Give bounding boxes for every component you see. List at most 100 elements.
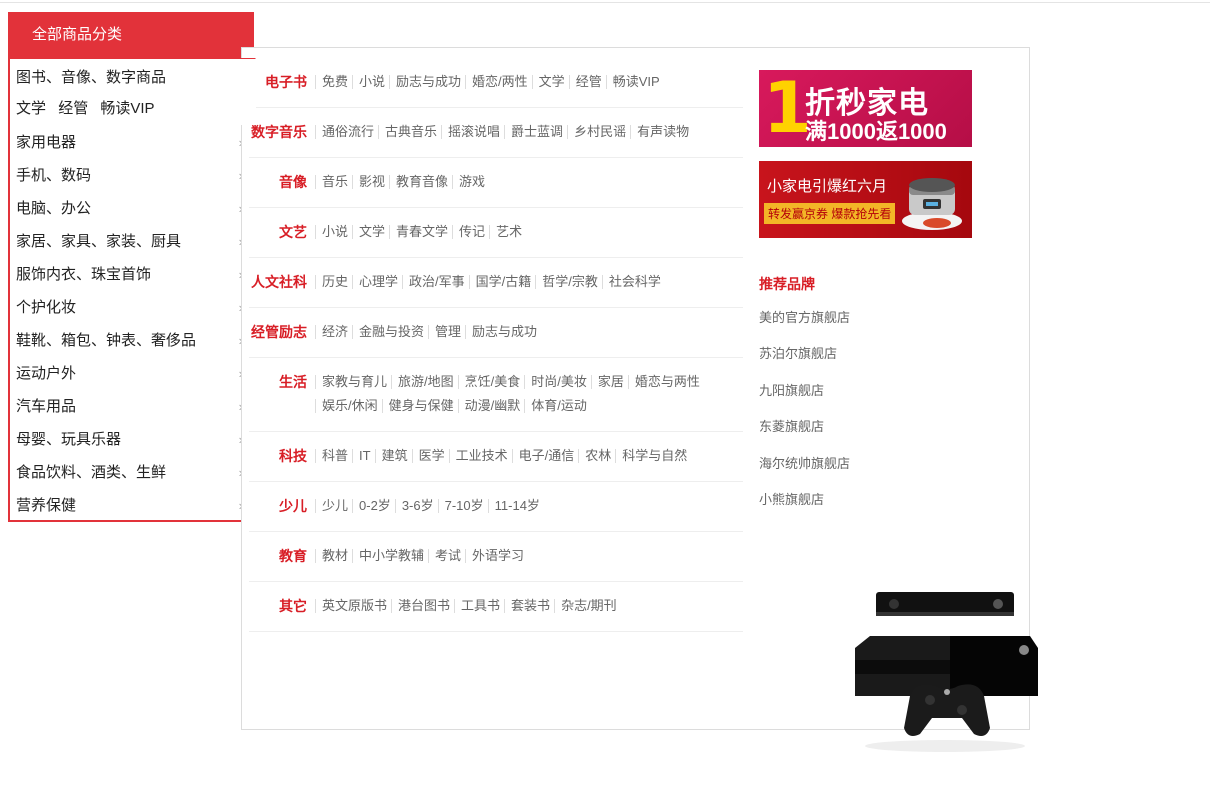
subcategory-link[interactable]: 工具书 <box>454 599 504 613</box>
subcategory-link[interactable]: 11-14岁 <box>487 499 544 513</box>
brand-link[interactable]: 东菱旗舰店 <box>759 417 850 453</box>
subcategory-title[interactable]: 其它 <box>249 596 315 618</box>
subcategory-link[interactable]: 青春文学 <box>389 225 452 239</box>
category-item[interactable]: 母婴、玩具乐器› <box>10 423 243 456</box>
subcategory-link[interactable]: 小说 <box>315 225 352 239</box>
subcategory-link[interactable]: 娱乐/休闲 <box>315 399 382 413</box>
subcategory-link[interactable]: IT <box>352 449 375 463</box>
subcategory-title[interactable]: 电子书 <box>249 72 315 94</box>
subcategory-link[interactable]: 影视 <box>352 175 389 189</box>
subcategory-title[interactable]: 生活 <box>249 372 315 418</box>
subcategory-link[interactable]: 英文原版书 <box>315 599 391 613</box>
category-item[interactable]: 营养保健› <box>10 489 243 522</box>
subcategory-title[interactable]: 科技 <box>249 446 315 468</box>
category-item[interactable]: 手机、数码› <box>10 159 243 192</box>
subcategory-link[interactable]: 教育音像 <box>389 175 452 189</box>
category-item[interactable]: 食品饮料、酒类、生鲜› <box>10 456 243 489</box>
subcategory-link[interactable]: 爵士蓝调 <box>504 125 567 139</box>
subcategory-link[interactable]: 烹饪/美食 <box>457 375 525 389</box>
subcategory-link[interactable]: 套装书 <box>504 599 554 613</box>
subcategory-title[interactable]: 人文社科 <box>249 272 315 294</box>
subcategory-title[interactable]: 教育 <box>249 546 315 568</box>
subcategory-link[interactable]: 艺术 <box>489 225 526 239</box>
subcategory-link[interactable]: 家教与育儿 <box>315 375 391 389</box>
category-item[interactable]: 汽车用品› <box>10 390 243 423</box>
category-item[interactable]: 服饰内衣、珠宝首饰› <box>10 258 243 291</box>
category-item-books-active[interactable]: 图书、音像、数字商品 文学 经管 畅读VIP <box>10 58 256 125</box>
subcategory-link[interactable]: 传记 <box>452 225 489 239</box>
subcategory-link[interactable]: 少儿 <box>315 499 352 513</box>
brand-link[interactable]: 苏泊尔旗舰店 <box>759 344 850 380</box>
subcategory-link[interactable]: 有声读物 <box>630 125 693 139</box>
subcategory-link[interactable]: 金融与投资 <box>352 325 428 339</box>
category-item[interactable]: 家用电器› <box>10 126 243 159</box>
subcategory-link[interactable]: 哲学/宗教 <box>535 275 602 289</box>
subcategory-link[interactable]: 动漫/幽默 <box>457 399 525 413</box>
subcategory-link[interactable]: 建筑 <box>374 449 412 463</box>
subcategory-link[interactable]: 婚恋/两性 <box>465 75 532 89</box>
subcategory-link[interactable]: 考试 <box>428 549 465 563</box>
subcategory-link[interactable]: 港台图书 <box>391 599 454 613</box>
brand-link[interactable]: 小熊旗舰店 <box>759 490 850 526</box>
subcategory-link[interactable]: 古典音乐 <box>378 125 441 139</box>
subcategory-title[interactable]: 经管励志 <box>249 322 315 344</box>
subcategory-link[interactable]: 家居 <box>590 375 628 389</box>
subcategory-link[interactable]: 文学 <box>531 75 569 89</box>
subcategory-link[interactable]: 科普 <box>315 449 352 463</box>
category-item[interactable]: 个护化妆› <box>10 291 243 324</box>
subcategory-link[interactable]: 健身与保健 <box>381 399 458 413</box>
subcategory-link[interactable]: 时尚/美妆 <box>524 375 591 389</box>
subcategory-link[interactable]: 免费 <box>315 75 352 89</box>
subcategory-link[interactable]: 科学与自然 <box>615 449 691 463</box>
subcategory-link[interactable]: 摇滚说唱 <box>441 125 504 139</box>
subcategory-link[interactable]: 通俗流行 <box>315 125 378 139</box>
brand-link[interactable]: 美的官方旗舰店 <box>759 308 850 344</box>
subcategory-title[interactable]: 少儿 <box>249 496 315 518</box>
subcategory-title[interactable]: 音像 <box>249 172 315 194</box>
subcategory-link[interactable]: 小说 <box>352 75 389 89</box>
promo-banner-small-appliances[interactable]: 小家电引爆红六月 转发赢京券 爆款抢先看 <box>759 161 972 238</box>
xbox-console-image[interactable] <box>850 588 1040 758</box>
category-item[interactable]: 家居、家具、家装、厨具› <box>10 225 243 258</box>
subcategory-link[interactable]: 文学 <box>352 225 389 239</box>
sublink-literature[interactable]: 文学 <box>16 100 46 117</box>
subcategory-link[interactable]: 音乐 <box>315 175 352 189</box>
subcategory-link[interactable]: 电子/通信 <box>511 449 579 463</box>
subcategory-link[interactable]: 体育/运动 <box>524 399 591 413</box>
subcategory-link[interactable]: 政治/军事 <box>402 275 469 289</box>
subcategory-link[interactable]: 旅游/地图 <box>391 375 458 389</box>
subcategory-link[interactable]: 历史 <box>315 275 352 289</box>
all-categories-header[interactable]: 全部商品分类 <box>8 12 254 58</box>
promo-banner-appliance-sale[interactable]: 1 折秒家电 满1000返1000 <box>759 70 972 147</box>
subcategory-link[interactable]: 社会科学 <box>601 275 665 289</box>
subcategory-link[interactable]: 中小学教辅 <box>352 549 428 563</box>
category-item[interactable]: 鞋靴、箱包、钟表、奢侈品› <box>10 324 243 357</box>
subcategory-link[interactable]: 国学/古籍 <box>468 275 536 289</box>
category-item[interactable]: 电脑、办公› <box>10 192 243 225</box>
subcategory-title[interactable]: 文艺 <box>249 222 315 244</box>
category-item[interactable]: 运动户外› <box>10 357 243 390</box>
subcategory-link[interactable]: 7-10岁 <box>437 499 488 513</box>
subcategory-link[interactable]: 农林 <box>578 449 615 463</box>
subcategory-link[interactable]: 经济 <box>315 325 352 339</box>
subcategory-link[interactable]: 心理学 <box>352 275 402 289</box>
sublink-business[interactable]: 经管 <box>58 100 88 117</box>
subcategory-title[interactable]: 数字音乐 <box>249 122 315 144</box>
subcategory-link[interactable]: 0-2岁 <box>352 499 395 513</box>
subcategory-link[interactable]: 畅读VIP <box>605 75 664 89</box>
subcategory-link[interactable]: 工业技术 <box>448 449 512 463</box>
subcategory-link[interactable]: 婚恋与两性 <box>627 375 704 389</box>
subcategory-link[interactable]: 励志与成功 <box>389 75 465 89</box>
subcategory-link[interactable]: 教材 <box>315 549 352 563</box>
subcategory-link[interactable]: 3-6岁 <box>394 499 438 513</box>
subcategory-link[interactable]: 经管 <box>568 75 606 89</box>
sublink-vip[interactable]: 畅读VIP <box>100 100 154 117</box>
category-active-label[interactable]: 图书、音像、数字商品 <box>16 65 255 96</box>
subcategory-link[interactable]: 杂志/期刊 <box>554 599 621 613</box>
subcategory-link[interactable]: 乡村民谣 <box>567 125 630 139</box>
subcategory-link[interactable]: 游戏 <box>452 175 489 189</box>
brand-link[interactable]: 九阳旗舰店 <box>759 381 850 417</box>
subcategory-link[interactable]: 励志与成功 <box>465 325 541 339</box>
subcategory-link[interactable]: 管理 <box>428 325 465 339</box>
brand-link[interactable]: 海尔统帅旗舰店 <box>759 454 850 490</box>
